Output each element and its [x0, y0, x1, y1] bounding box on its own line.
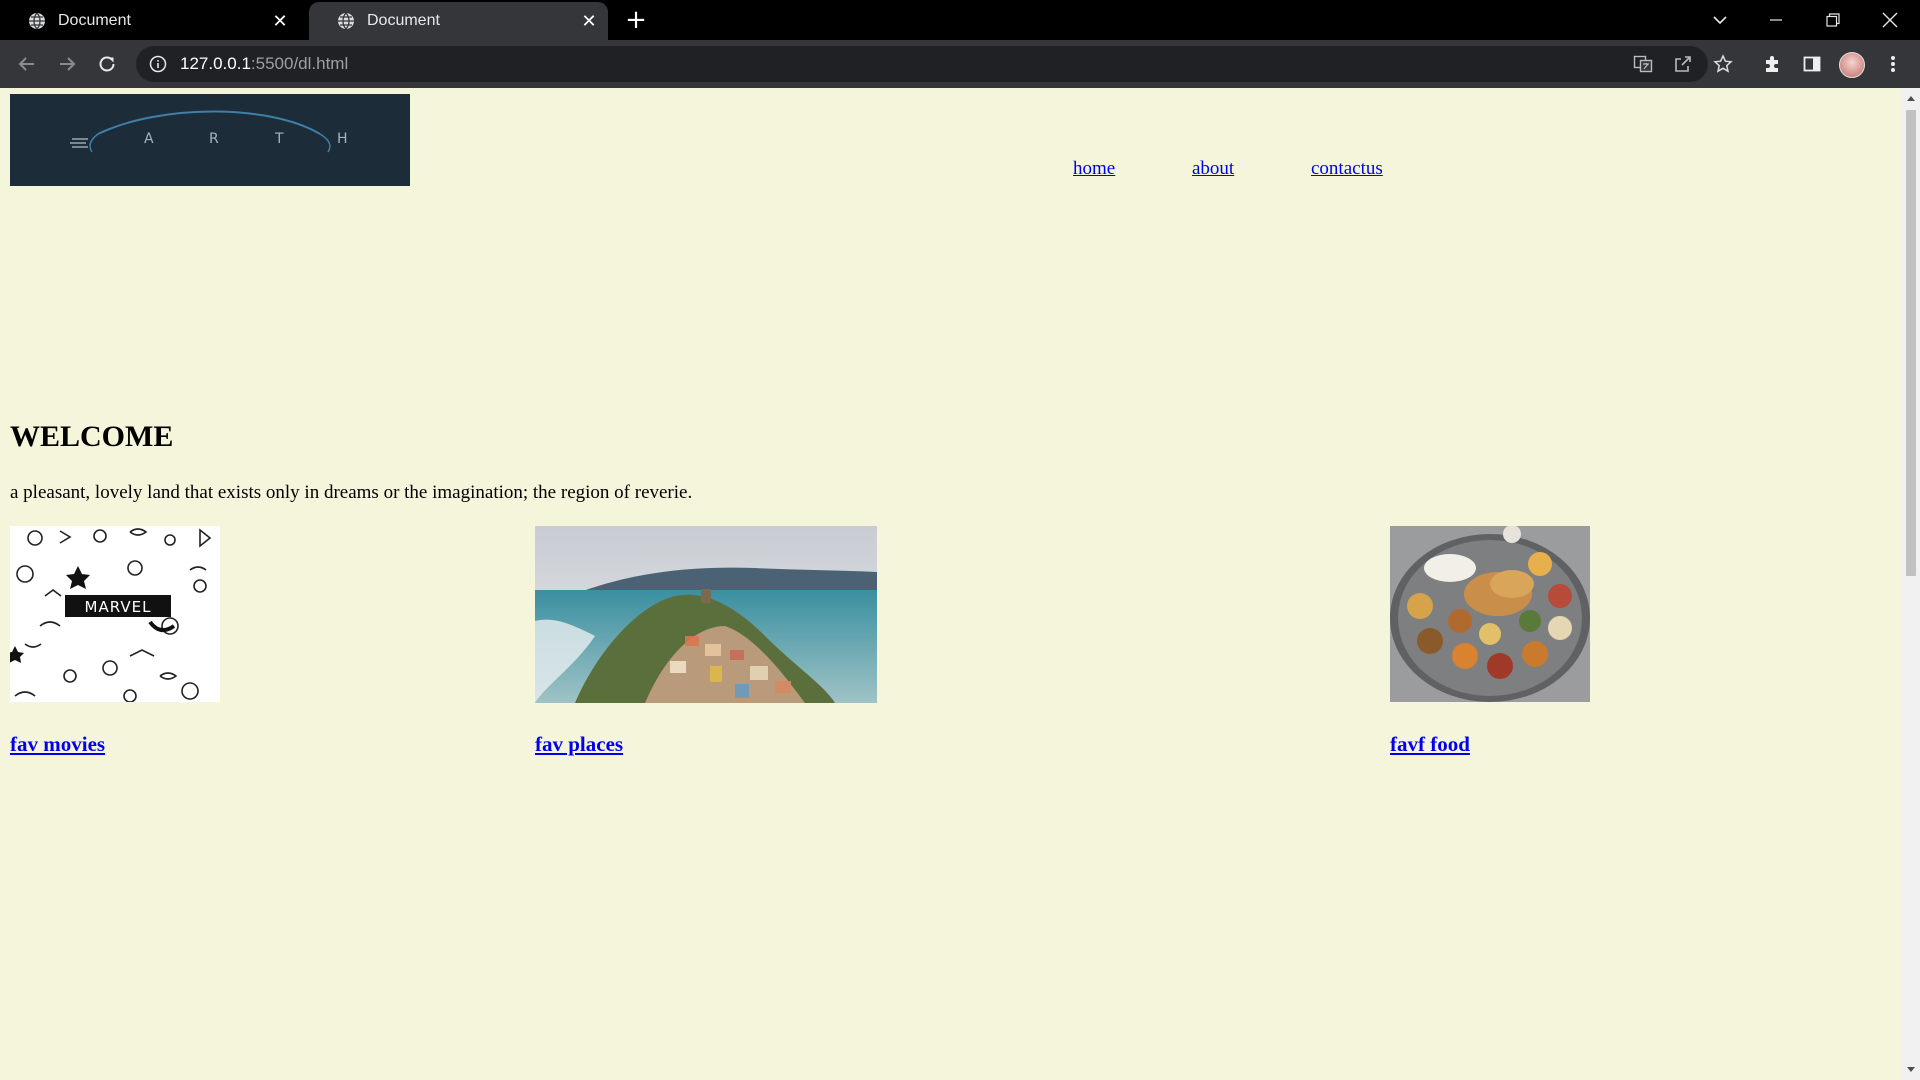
- forward-icon[interactable]: [52, 49, 82, 79]
- fav-movies-link[interactable]: fav movies: [10, 732, 105, 757]
- logo-letter: H: [337, 131, 348, 147]
- browser-toolbar: 127.0.0.1:5500/dl.html: [0, 40, 1920, 88]
- earth-logo: A R T H: [10, 94, 410, 186]
- address-bar[interactable]: 127.0.0.1:5500/dl.html: [136, 46, 1708, 82]
- page-viewport: A R T H home about contactus WELCOME a p…: [0, 88, 1902, 1080]
- nav-link-contactus[interactable]: contactus: [1311, 158, 1383, 180]
- close-tab-icon[interactable]: ✕: [269, 10, 291, 32]
- places-image[interactable]: [535, 526, 877, 703]
- food-image[interactable]: [1390, 526, 1590, 702]
- globe-icon: [338, 12, 354, 30]
- logo-letter: T: [275, 131, 284, 147]
- scroll-down-arrow-icon[interactable]: [1907, 1067, 1915, 1072]
- tagline: a pleasant, lovely land that exists only…: [10, 482, 693, 503]
- movies-image[interactable]: MARVEL: [10, 526, 220, 702]
- nav-link-about[interactable]: about: [1192, 158, 1234, 180]
- extensions-icon[interactable]: [1759, 51, 1785, 77]
- url-path: :5500/dl.html: [250, 54, 349, 73]
- scrollbar-thumb[interactable]: [1906, 110, 1916, 576]
- globe-icon: [29, 12, 45, 30]
- url-host: 127.0.0.1: [180, 54, 251, 73]
- scroll-up-arrow-icon[interactable]: [1907, 96, 1915, 101]
- page-title: WELCOME: [10, 420, 174, 453]
- browser-tab-1[interactable]: Document ✕: [0, 2, 299, 40]
- back-icon[interactable]: [12, 49, 42, 79]
- share-icon[interactable]: [1670, 51, 1696, 77]
- fav-places-link[interactable]: fav places: [535, 732, 623, 757]
- profile-avatar[interactable]: [1839, 52, 1865, 78]
- nav-link-home[interactable]: home: [1073, 158, 1115, 180]
- close-window-icon[interactable]: [1862, 0, 1918, 40]
- vertical-scrollbar[interactable]: [1902, 88, 1920, 1080]
- site-info-icon[interactable]: [149, 55, 167, 73]
- tab-title: Document: [367, 12, 440, 29]
- logo-letter: R: [209, 131, 219, 147]
- menu-kebab-icon[interactable]: [1880, 51, 1906, 77]
- close-tab-icon[interactable]: ✕: [578, 10, 600, 32]
- tab-title: Document: [58, 12, 131, 29]
- side-panel-icon[interactable]: [1799, 51, 1825, 77]
- fav-food-link[interactable]: favf food: [1390, 732, 1470, 757]
- logo-letter: A: [144, 131, 154, 147]
- bookmark-star-icon[interactable]: [1710, 51, 1736, 77]
- restore-icon[interactable]: [1805, 0, 1861, 40]
- translate-icon[interactable]: [1630, 51, 1656, 77]
- tab-strip: Document ✕ Document ✕ +: [0, 0, 1920, 40]
- marvel-banner-text: MARVEL: [85, 598, 152, 616]
- tab-search-icon[interactable]: [1692, 0, 1748, 40]
- minimize-icon[interactable]: [1748, 0, 1804, 40]
- reload-icon[interactable]: [92, 49, 122, 79]
- browser-tab-2[interactable]: Document ✕: [309, 2, 608, 40]
- new-tab-button[interactable]: +: [622, 5, 650, 35]
